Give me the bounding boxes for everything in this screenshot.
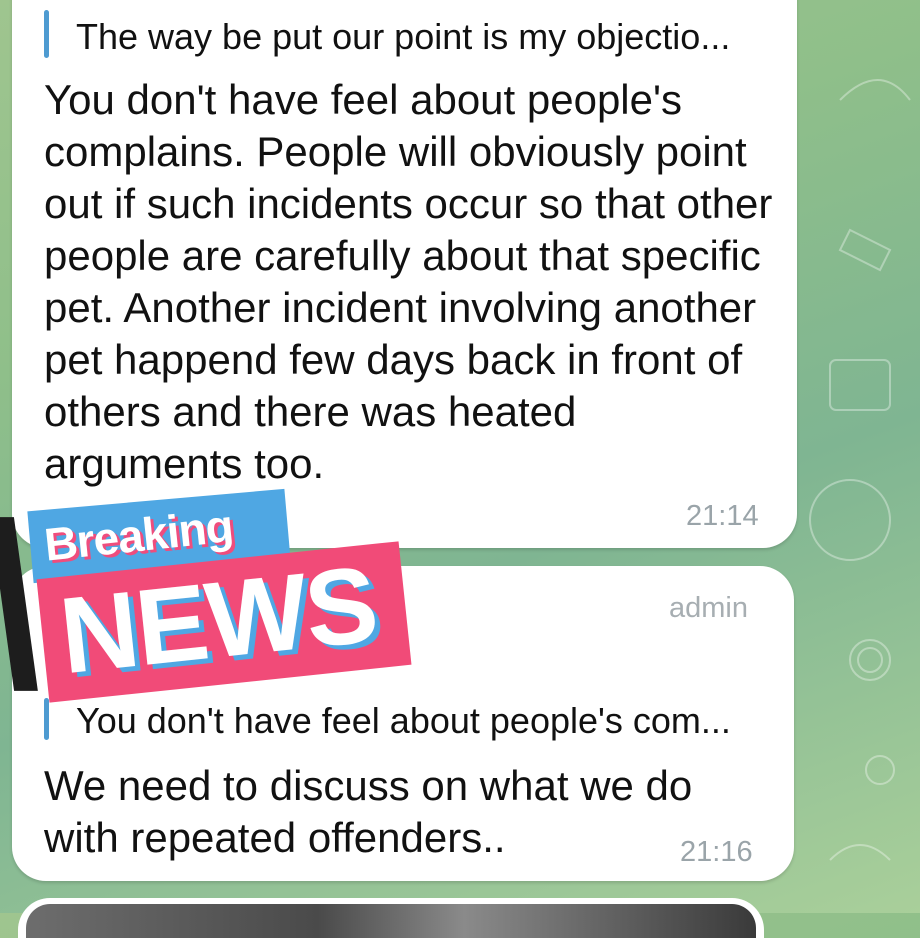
message-text: We need to discuss on what we do with re… [44,762,693,861]
message-time: 21:14 [686,500,759,532]
message-text: You don't have feel about people's compl… [44,76,773,487]
admin-badge: admin [669,592,748,624]
message-time: 21:16 [680,836,753,868]
message-bubble-1[interactable]: The way be put our point is my objectio.… [12,0,797,548]
image-preview[interactable] [26,904,756,938]
next-message-bubble[interactable] [18,898,764,938]
breaking-news-sticker: Breaking NEWS [0,488,420,708]
reply-snippet[interactable]: The way be put our point is my objectio.… [76,16,730,58]
reply-quote-bar [44,10,49,58]
